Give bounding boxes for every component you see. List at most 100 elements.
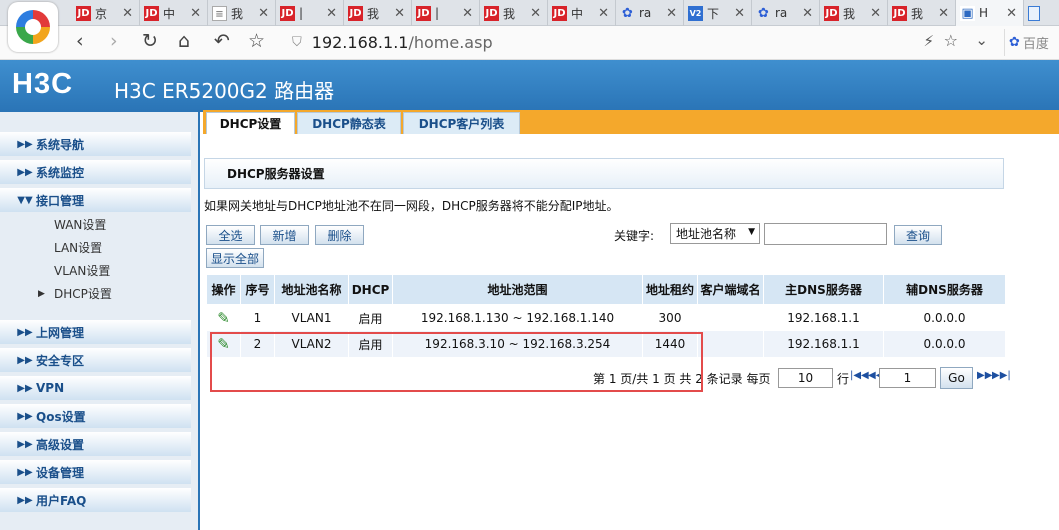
baidu-paw-icon: ✿ — [758, 5, 769, 21]
next-page-icon[interactable]: ▶▶ — [977, 370, 992, 381]
col-header: 地址池范围 — [393, 275, 643, 304]
page-number-input[interactable]: 1 — [879, 368, 936, 388]
go-button[interactable]: Go — [940, 367, 973, 389]
jd-icon: JD — [892, 5, 907, 21]
close-icon[interactable]: ✕ — [666, 6, 677, 21]
expand-icon: ▶▶ — [17, 138, 33, 150]
per-page-input[interactable]: 10 — [778, 368, 833, 388]
close-icon[interactable]: ✕ — [802, 6, 813, 21]
browser-tab[interactable]: ≡ 我 ✕ — [208, 0, 276, 26]
menu-device-mgmt[interactable]: ▶▶ 设备管理 — [0, 460, 191, 484]
browser-tab-active[interactable]: ▣ H ✕ — [956, 0, 1024, 26]
search-engine-box[interactable]: ✿ 百度 — [1004, 29, 1059, 56]
browser-tab[interactable]: JD 我 ✕ — [820, 0, 888, 26]
close-icon[interactable]: ✕ — [122, 6, 133, 21]
last-page-icon[interactable]: ▶▶| — [992, 370, 1011, 381]
sidebar-item-label: DHCP设置 — [54, 287, 112, 301]
address-bar[interactable]: ⛉ 192.168.1.1/home.asp ⚡ ☆ ⌄ — [292, 29, 990, 56]
undo-icon[interactable]: ↶ — [214, 30, 230, 52]
browser-nav-bar: ‹ › ↻ ⌂ ↶ ☆ ⛉ 192.168.1.1/home.asp ⚡ ☆ ⌄… — [0, 26, 1059, 60]
menu-interface-mgmt[interactable]: ▼▼ 接口管理 — [0, 188, 191, 212]
tab-title: ra — [639, 6, 651, 20]
h3c-tab-icon: ▣ — [960, 5, 975, 21]
section-header: DHCP服务器设置 — [204, 158, 1004, 189]
sidebar-item-dhcp[interactable]: ▶ DHCP设置 — [0, 282, 191, 305]
chevron-down-icon[interactable]: ⌄ — [975, 31, 988, 49]
close-icon[interactable]: ✕ — [462, 6, 473, 21]
close-icon[interactable]: ✕ — [938, 6, 949, 21]
browser-tab[interactable]: V2 下 ✕ — [684, 0, 752, 26]
browser-tab[interactable]: JD 中 ✕ — [548, 0, 616, 26]
menu-security[interactable]: ▶▶ 安全专区 — [0, 348, 191, 372]
tab-dhcp-settings[interactable]: DHCP设置 — [206, 112, 295, 134]
home-icon[interactable]: ⌂ — [178, 30, 190, 52]
browser-tab[interactable]: JD 我 ✕ — [888, 0, 956, 26]
show-all-button[interactable]: 显示全部 — [206, 248, 264, 268]
rows-label: 行 — [837, 372, 850, 386]
select-all-button[interactable]: 全选 — [206, 225, 255, 245]
menu-internet-mgmt[interactable]: ▶▶ 上网管理 — [0, 320, 191, 344]
close-icon[interactable]: ✕ — [1006, 6, 1017, 21]
add-button[interactable]: 新增 — [260, 225, 309, 245]
sidebar-item-lan[interactable]: LAN设置 — [0, 236, 191, 259]
menu-qos[interactable]: ▶▶ Qos设置 — [0, 404, 191, 428]
tab-title: 中 — [571, 6, 583, 21]
browser-tab[interactable]: ✿ ra ✕ — [616, 0, 684, 26]
menu-system-nav[interactable]: ▶▶ 系统导航 — [0, 132, 191, 156]
first-page-icon[interactable]: |◀◀ — [850, 370, 869, 381]
url-path: /home.asp — [408, 33, 493, 52]
browser-tab[interactable]: JD 我 ✕ — [344, 0, 412, 26]
jd-icon: JD — [552, 5, 567, 21]
query-button[interactable]: 查询 — [894, 225, 942, 245]
sidebar-item-vlan[interactable]: VLAN设置 — [0, 259, 191, 282]
flash-icon[interactable]: ⚡ — [923, 32, 934, 50]
keyword-label: 关键字: — [614, 229, 655, 243]
close-icon[interactable]: ✕ — [734, 6, 745, 21]
close-icon[interactable]: ✕ — [258, 6, 269, 21]
arrow-icon: ▶ — [38, 288, 45, 299]
menu-user-faq[interactable]: ▶▶ 用户FAQ — [0, 488, 191, 512]
back-icon[interactable]: ‹ — [76, 30, 84, 52]
expand-icon: ▶▶ — [17, 410, 33, 422]
forward-icon[interactable]: › — [110, 30, 118, 52]
close-icon[interactable]: ✕ — [190, 6, 201, 21]
menu-label: 接口管理 — [36, 193, 85, 208]
close-icon[interactable]: ✕ — [598, 6, 609, 21]
browser-tab[interactable]: ✿ ra ✕ — [752, 0, 820, 26]
cell-dns1: 192.168.1.1 — [764, 331, 884, 357]
col-header: 序号 — [241, 275, 275, 304]
search-field-select[interactable]: 地址池名称 ▼ — [670, 223, 760, 244]
close-icon[interactable]: ✕ — [326, 6, 337, 21]
jd-icon: JD — [280, 5, 295, 21]
browser-tab[interactable]: JD | ✕ — [412, 0, 480, 26]
keyword-input[interactable] — [764, 223, 887, 245]
browser-tab[interactable]: JD 京 ✕ — [72, 0, 140, 26]
browser-tab[interactable]: JD | ✕ — [276, 0, 344, 26]
tab-title: | — [299, 6, 304, 20]
sidebar-item-wan[interactable]: WAN设置 — [0, 213, 191, 236]
tab-dhcp-clients[interactable]: DHCP客户列表 — [403, 112, 520, 134]
menu-vpn[interactable]: ▶▶ VPN — [0, 376, 191, 400]
browser-logo-icon[interactable] — [8, 2, 58, 52]
delete-button[interactable]: 删除 — [315, 225, 364, 245]
close-icon[interactable]: ✕ — [394, 6, 405, 21]
expand-icon: ▶▶ — [17, 354, 33, 366]
menu-system-monitor[interactable]: ▶▶ 系统监控 — [0, 160, 191, 184]
sidebar-item-label: WAN设置 — [54, 218, 107, 232]
url-text[interactable]: 192.168.1.1/home.asp — [312, 33, 493, 52]
tab-title: 我 — [367, 6, 379, 21]
new-tab-button[interactable] — [1024, 0, 1059, 26]
browser-tab[interactable]: JD 我 ✕ — [480, 0, 548, 26]
reload-icon[interactable]: ↻ — [142, 30, 158, 52]
col-header: DHCP — [349, 275, 393, 304]
close-icon[interactable]: ✕ — [870, 6, 881, 21]
menu-advanced[interactable]: ▶▶ 高级设置 — [0, 432, 191, 456]
tab-dhcp-static[interactable]: DHCP静态表 — [297, 112, 401, 134]
star-icon[interactable]: ☆ — [248, 30, 265, 52]
browser-tab[interactable]: JD 中 ✕ — [140, 0, 208, 26]
close-icon[interactable]: ✕ — [530, 6, 541, 21]
expand-icon: ▶▶ — [17, 382, 33, 394]
cell-pool-name: VLAN1 — [275, 305, 349, 331]
edit-pencil-icon[interactable]: ✎ — [217, 309, 230, 327]
bookmark-star-icon[interactable]: ☆ — [944, 31, 958, 50]
